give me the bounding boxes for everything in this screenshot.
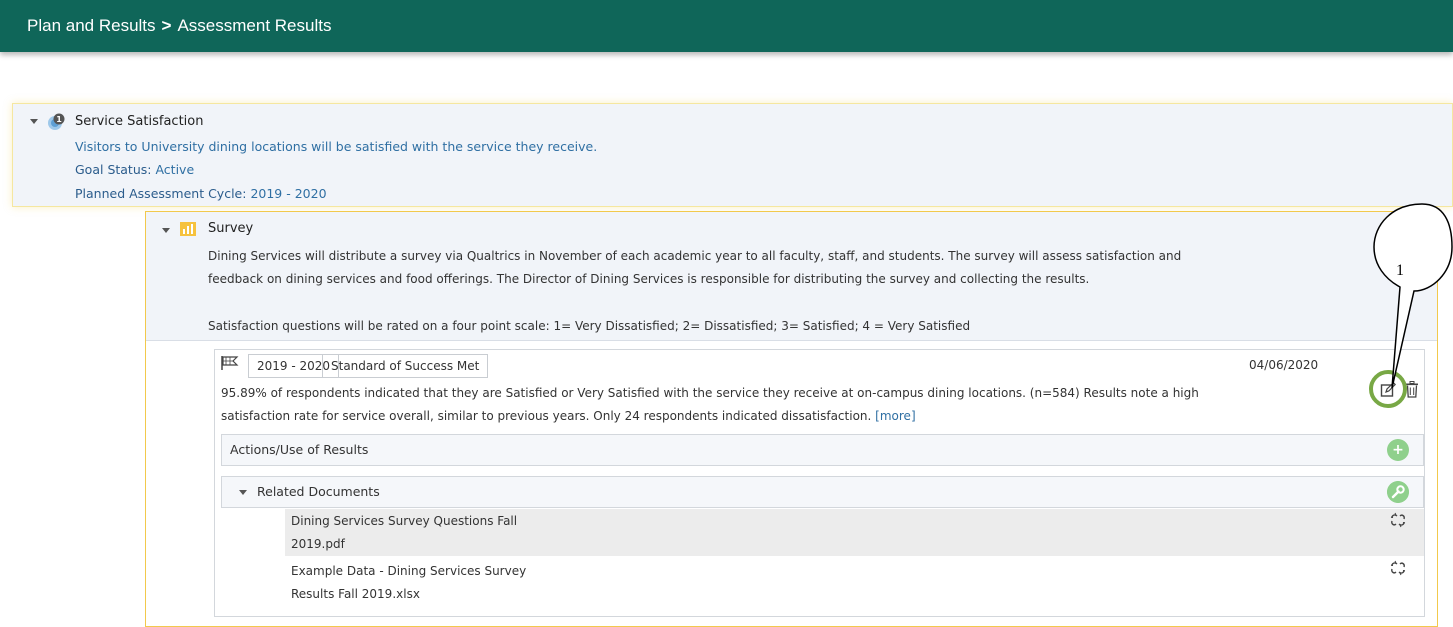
document-name-line[interactable]: Results Fall 2019.xlsx xyxy=(291,587,420,601)
wrench-icon[interactable] xyxy=(1387,481,1409,503)
breadcrumb-plan-and-results[interactable]: Plan and Results xyxy=(27,16,156,35)
goal-cycle: Planned Assessment Cycle: 2019 - 2020 xyxy=(75,186,327,201)
goal-outcome-icon: 1 xyxy=(48,113,65,130)
result-status-tag: Standard of Success Met xyxy=(322,354,489,378)
goal-status-label: Goal Status: xyxy=(75,162,152,177)
unlink-icon[interactable] xyxy=(1390,560,1406,576)
add-action-button[interactable]: + xyxy=(1387,439,1409,461)
measure-title[interactable]: Survey xyxy=(208,221,253,236)
documents-collapse-toggle[interactable] xyxy=(239,490,247,495)
goal-description: Visitors to University dining locations … xyxy=(75,139,598,154)
breadcrumb-separator: > xyxy=(161,16,172,35)
measure-description-line: Satisfaction questions will be rated on … xyxy=(208,319,971,333)
measure-description-line: Dining Services will distribute a survey… xyxy=(208,249,1182,263)
callout-number: 1 xyxy=(1396,262,1404,279)
related-documents-panel[interactable] xyxy=(221,476,1424,508)
goal-status: Goal Status: Active xyxy=(75,162,194,177)
goal-title[interactable]: Service Satisfaction xyxy=(75,114,203,129)
breadcrumb: Plan and Results > Assessment Results xyxy=(27,16,331,36)
goal-collapse-toggle[interactable] xyxy=(30,119,38,124)
document-name-line[interactable]: Example Data - Dining Services Survey xyxy=(291,564,526,578)
goal-status-value: Active xyxy=(155,162,195,177)
callout-annotation xyxy=(1373,203,1453,389)
result-text-line: 95.89% of respondents indicated that the… xyxy=(221,386,1199,400)
bar-chart-icon xyxy=(180,222,196,236)
goal-cycle-label: Planned Assessment Cycle: xyxy=(75,186,247,201)
document-name-line[interactable]: Dining Services Survey Questions Fall xyxy=(291,514,517,528)
result-text-line: satisfaction rate for service overall, s… xyxy=(221,409,916,423)
measure-collapse-toggle[interactable] xyxy=(162,228,170,233)
result-date: 04/06/2020 xyxy=(1249,358,1319,372)
document-name-line[interactable]: 2019.pdf xyxy=(291,537,345,551)
measure-description-line: feedback on dining services and food off… xyxy=(208,272,1090,286)
breadcrumb-assessment-results: Assessment Results xyxy=(177,16,332,35)
unlink-icon[interactable] xyxy=(1390,512,1406,528)
actions-panel-label[interactable]: Actions/Use of Results xyxy=(230,442,368,457)
goal-badge-count: 1 xyxy=(56,115,62,124)
top-header-bar: Plan and Results > Assessment Results xyxy=(0,0,1453,52)
flag-icon xyxy=(221,356,239,370)
result-text-line-2: satisfaction rate for service overall, s… xyxy=(221,409,872,423)
actions-panel[interactable] xyxy=(221,434,1424,466)
more-link[interactable]: [more] xyxy=(875,409,915,423)
related-documents-label[interactable]: Related Documents xyxy=(257,484,380,499)
goal-cycle-value: 2019 - 2020 xyxy=(250,186,327,201)
